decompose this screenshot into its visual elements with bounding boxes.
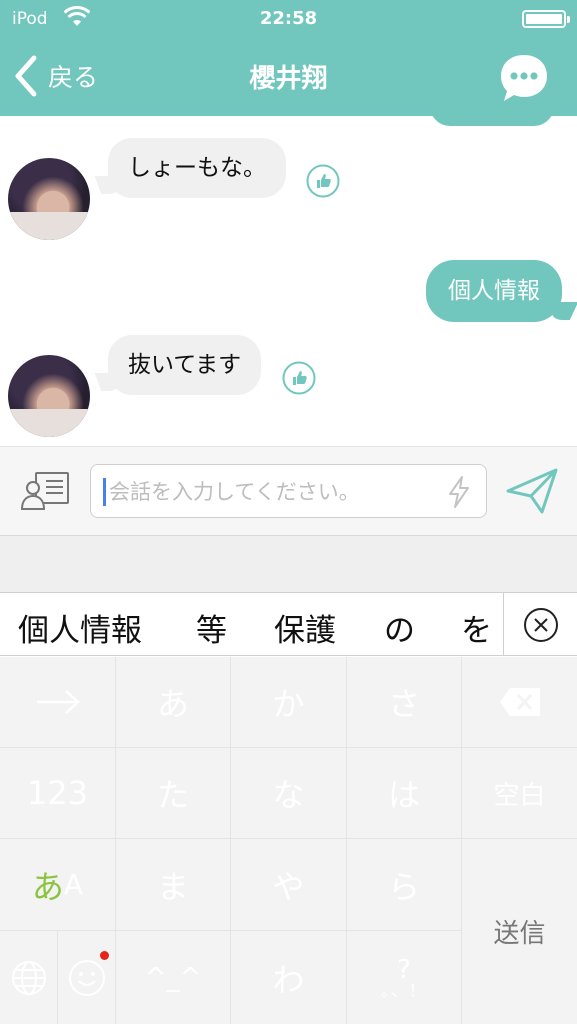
- mode-label-jp: あ: [31, 867, 64, 906]
- keyboard: あ か さ 123 た な は 空白 あA ま や ら 送信 ^_^ わ ? 。…: [0, 657, 577, 1024]
- kana-key-na[interactable]: な: [231, 748, 347, 839]
- punct-top-label: ?: [397, 954, 411, 985]
- message-input-bar: [0, 446, 577, 536]
- circle-x-icon: [524, 608, 558, 642]
- candidate-word[interactable]: 保護: [274, 605, 336, 650]
- globe-key[interactable]: [0, 931, 58, 1024]
- space-key[interactable]: 空白: [462, 748, 577, 839]
- kana-key-ta[interactable]: た: [116, 748, 231, 839]
- candidate-word[interactable]: の: [384, 605, 415, 650]
- status-bar: iPod 22:58: [0, 0, 577, 38]
- outgoing-bubble-partial: [430, 116, 554, 126]
- thumbs-up-icon[interactable]: [306, 164, 340, 198]
- chat-area[interactable]: しょーもな。 個人情報 抜いてます: [0, 116, 577, 446]
- page-title: 櫻井翔: [249, 64, 328, 94]
- candidate-word[interactable]: 等: [196, 605, 227, 650]
- message-input[interactable]: [109, 475, 439, 509]
- candidate-close-button[interactable]: [503, 593, 577, 656]
- outgoing-message[interactable]: 個人情報: [426, 260, 562, 322]
- keyboard-gap: [0, 536, 577, 592]
- incoming-message[interactable]: 抜いてます: [108, 335, 262, 395]
- header: iPod 22:58 戻る 櫻井翔: [0, 0, 577, 116]
- notification-dot: [100, 951, 109, 960]
- candidate-bar: 個人情報 等 保護 の を: [0, 592, 577, 656]
- text-caret: [103, 478, 106, 506]
- globe-icon: [11, 960, 46, 995]
- candidate-word[interactable]: 個人情報: [18, 605, 142, 650]
- return-key[interactable]: 送信: [462, 839, 577, 1024]
- kana-key-ra[interactable]: ら: [347, 839, 462, 931]
- incoming-message[interactable]: しょーもな。: [108, 138, 286, 198]
- kana-key-wa[interactable]: わ: [231, 931, 347, 1024]
- kana-key-ha[interactable]: は: [347, 748, 462, 839]
- mode-label-en: A: [63, 868, 84, 901]
- kana-key-ka[interactable]: か: [231, 657, 347, 748]
- kana-key-ya[interactable]: や: [231, 839, 347, 931]
- kana-key-a[interactable]: あ: [116, 657, 231, 748]
- arrow-right-icon: [36, 690, 80, 714]
- smiley-icon: [68, 959, 105, 996]
- candidate-word[interactable]: を: [461, 605, 492, 650]
- paper-plane-icon[interactable]: [505, 467, 559, 515]
- kana-key-sa[interactable]: さ: [347, 657, 462, 748]
- emoji-key[interactable]: [58, 931, 116, 1024]
- chat-bubble-dots-icon[interactable]: [498, 52, 550, 104]
- punctuation-key[interactable]: ? 。、！: [347, 931, 462, 1024]
- backspace-icon: [499, 688, 540, 716]
- avatar[interactable]: [8, 355, 90, 437]
- punct-bottom-label: 。、！: [380, 980, 427, 1000]
- kana-key-ma[interactable]: ま: [116, 839, 231, 931]
- input-mode-key[interactable]: あA: [0, 839, 116, 931]
- emoticon-key[interactable]: ^_^: [116, 931, 231, 1024]
- lightning-icon[interactable]: [446, 475, 472, 509]
- battery-icon: [522, 10, 570, 28]
- clock: 22:58: [259, 8, 318, 29]
- contact-card-icon[interactable]: [20, 471, 70, 511]
- arrow-right-key[interactable]: [0, 657, 116, 748]
- thumbs-up-icon[interactable]: [282, 361, 316, 395]
- number-mode-key[interactable]: 123: [0, 748, 116, 839]
- avatar[interactable]: [8, 158, 90, 240]
- nav-bar: 戻る 櫻井翔: [0, 38, 577, 116]
- backspace-key[interactable]: [462, 657, 577, 748]
- message-field[interactable]: [90, 464, 487, 518]
